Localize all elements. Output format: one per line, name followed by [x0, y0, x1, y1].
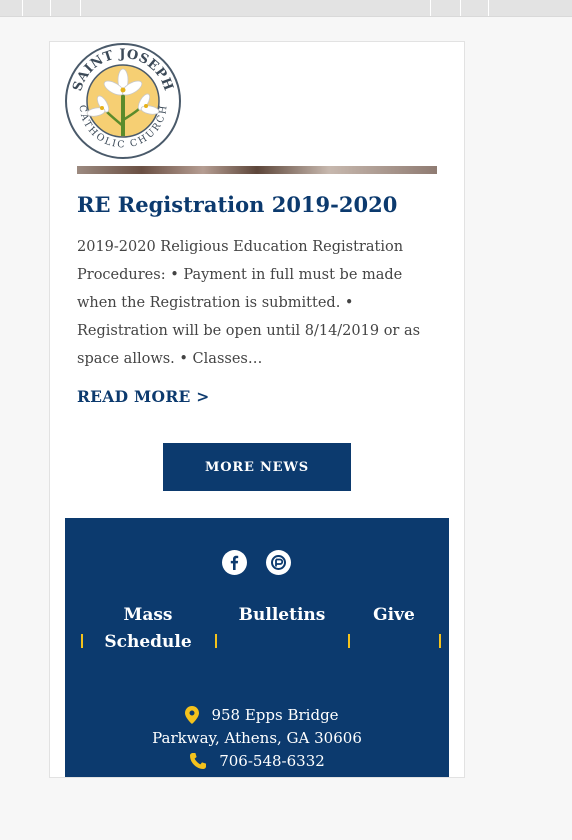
footer-phone[interactable]: 706-548-6332: [65, 751, 449, 770]
top-bar-divider: [50, 0, 51, 16]
church-logo[interactable]: SAINT JOSEPH CATHOLIC CHURCH: [64, 42, 182, 160]
facebook-icon: [230, 555, 239, 570]
nav-separator: [348, 634, 350, 648]
nav-separator: [439, 634, 441, 648]
news-card: SAINT JOSEPH CATHOLIC CHURCH RE Registra: [49, 41, 465, 778]
post-featured-image[interactable]: [77, 166, 437, 174]
nav-separator: [215, 634, 217, 648]
browser-top-bar: [0, 0, 572, 17]
location-pin-icon: [185, 706, 200, 724]
top-bar-divider: [80, 0, 81, 16]
read-more-link[interactable]: READ MORE >: [77, 387, 210, 406]
footer-address[interactable]: 958 Epps Bridge: [65, 705, 449, 724]
address-line-2: Parkway, Athens, GA 30606: [152, 729, 362, 747]
site-footer: Mass Schedule Bulletins Give 958 Epps Br…: [65, 518, 449, 777]
post-title[interactable]: RE Registration 2019-2020: [77, 192, 447, 217]
post-excerpt: 2019-2020 Religious Education Registrati…: [77, 239, 421, 367]
phone-number: 706-548-6332: [219, 752, 325, 770]
top-bar-divider: [460, 0, 461, 16]
flocknote-link[interactable]: [266, 550, 291, 575]
footer-nav-bulletins[interactable]: Bulletins: [233, 602, 331, 629]
top-bar-divider: [430, 0, 431, 16]
top-bar-divider: [22, 0, 23, 16]
top-bar-divider: [488, 0, 489, 16]
address-line-1: 958 Epps Bridge: [211, 706, 339, 724]
facebook-link[interactable]: [222, 550, 247, 575]
more-news-button[interactable]: MORE NEWS: [163, 443, 351, 491]
flocknote-icon: [271, 555, 286, 570]
footer-nav-give[interactable]: Give: [363, 602, 425, 629]
nav-separator: [81, 634, 83, 648]
phone-icon: [190, 753, 207, 769]
footer-nav-mass-schedule[interactable]: Mass Schedule: [99, 602, 197, 656]
